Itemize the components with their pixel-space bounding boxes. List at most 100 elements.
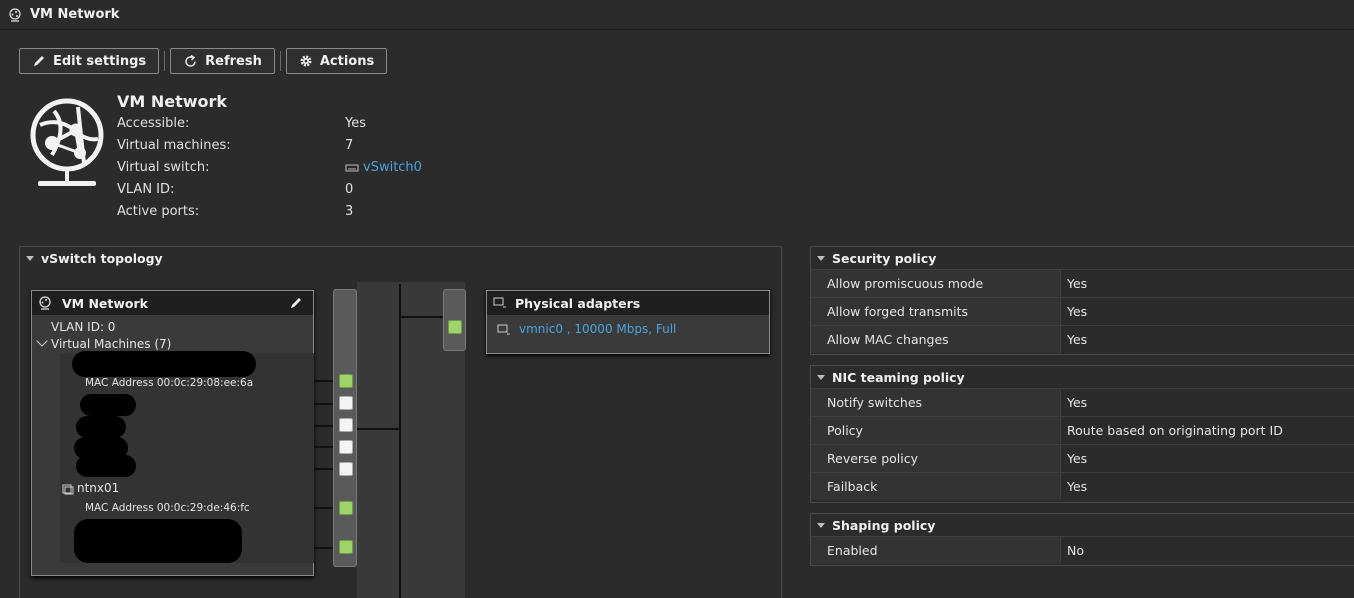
policy-value: Yes [1067,451,1088,466]
nic-icon [493,297,506,308]
policy-row: Policy Route based on originating port ID [811,416,1354,444]
policy-label: Policy [811,417,1061,444]
nic-teaming-title: NIC teaming policy [832,369,965,385]
policy-value: No [1067,543,1084,558]
policy-row: Allow forged transmits Yes [811,297,1354,325]
topology-title: vSwitch topology [41,250,163,266]
active-ports-label: Active ports: [117,204,200,219]
policy-row: Notify switches Yes [811,388,1354,416]
topology-header[interactable]: vSwitch topology [20,247,781,269]
vms-label: Virtual Machines (7) [51,337,172,351]
collapse-caret-icon[interactable] [26,255,34,261]
window-title: VM Network [30,7,120,22]
physical-adapters-title: Physical adapters [515,295,641,311]
pencil-icon[interactable] [289,296,303,310]
vm-ntnx01[interactable]: ntnx01 [62,481,119,495]
policy-row: Allow MAC changes Yes [811,325,1354,353]
shaping-policy-panel: Shaping policy Enabled No [810,513,1354,566]
nic-icon [497,324,510,334]
port-up-icon[interactable] [339,374,353,388]
vswitch-link-text[interactable]: vSwitch0 [363,160,422,175]
switch-bus-line [399,284,401,598]
network-icon [9,7,21,22]
connector-line [400,316,444,318]
port-up-icon[interactable] [339,540,353,554]
policy-value: Yes [1067,395,1088,410]
security-policy-header[interactable]: Security policy [811,247,1354,269]
redaction [76,455,136,477]
vlan-id-value: 0 [345,182,354,197]
summary-title: VM Network [117,92,228,111]
policy-value: Route based on originating port ID [1067,423,1283,438]
collapse-caret-icon[interactable] [817,374,825,380]
shaping-policy-header[interactable]: Shaping policy [811,514,1354,536]
portgroup-name: VM Network [62,295,148,311]
toolbar: Edit settings Refresh Actions [19,48,388,74]
redaction [74,519,242,563]
collapse-caret-icon[interactable] [817,255,825,261]
refresh-label: Refresh [205,53,262,69]
policy-label: Notify switches [811,389,1061,416]
policy-row: Reverse policy Yes [811,444,1354,472]
policy-value: Yes [1067,276,1088,291]
active-ports-value: 3 [345,204,354,219]
edit-settings-label: Edit settings [53,53,147,69]
policy-value: Yes [1067,304,1088,319]
policy-label: Allow forged transmits [811,298,1061,325]
toolbar-separator [164,51,166,71]
toolbar-separator [279,51,281,71]
redaction [76,416,126,438]
network-globe-icon [30,98,104,186]
nic-teaming-panel: NIC teaming policy Notify switches Yes Po… [810,365,1354,503]
physical-adapters-box: Physical adapters vmnic0 , 10000 Mbps, F… [486,290,770,354]
virtual-switch-link[interactable]: vSwitch0 [345,160,422,175]
uplink-port-icon[interactable] [448,320,462,334]
vm-ntnx01-mac: MAC Address 00:0c:29:de:46:fc [85,502,250,514]
title-bar: VM Network [0,0,1354,30]
portgroup-box: VM Network VLAN ID: 0 Virtual Machines (… [31,290,314,576]
port-down-icon[interactable] [339,418,353,432]
virtual-machines-label: Virtual machines: [117,138,231,153]
refresh-icon [185,54,196,67]
edit-settings-button[interactable]: Edit settings [19,48,160,74]
network-icon [39,296,51,310]
port-down-icon[interactable] [339,440,353,454]
policy-row: Allow promiscuous mode Yes [811,269,1354,297]
actions-label: Actions [319,53,375,69]
pencil-icon [34,56,44,66]
switch-icon [345,164,359,171]
accessible-label: Accessible: [117,116,190,131]
actions-button[interactable]: Actions [285,48,388,74]
policy-value: Yes [1067,332,1088,347]
accessible-value: Yes [345,116,366,131]
vlan-id-label: VLAN ID: [117,182,175,197]
adapter-vmnic0[interactable]: vmnic0 , 10000 Mbps, Full [497,322,676,336]
policy-label: Enabled [811,537,1061,564]
policy-label: Allow MAC changes [811,326,1061,353]
policy-row: Failback Yes [811,472,1354,500]
vms-tree-toggle[interactable]: Virtual Machines (7) [36,335,172,351]
collapse-caret-icon[interactable] [817,522,825,528]
policy-label: Failback [811,473,1061,500]
redaction [72,351,256,377]
port-down-icon[interactable] [339,462,353,476]
portgroup-header: VM Network [32,291,313,315]
vm-icon [62,484,74,494]
refresh-button[interactable]: Refresh [170,48,275,74]
policy-label: Reverse policy [811,445,1061,472]
virtual-switch-label: Virtual switch: [117,160,210,175]
shaping-policy-title: Shaping policy [832,517,936,533]
policy-row: Enabled No [811,536,1354,564]
adapter-vmnic0-text[interactable]: vmnic0 , 10000 Mbps, Full [519,322,676,336]
port-up-icon[interactable] [339,501,353,515]
nic-teaming-header[interactable]: NIC teaming policy [811,366,1354,388]
vm-ntnx01-name: ntnx01 [77,481,120,495]
virtual-machines-value: 7 [345,138,354,153]
gear-icon [300,55,312,67]
physical-adapters-header: Physical adapters [487,291,769,315]
policy-value: Yes [1067,479,1088,494]
portgroup-vlan: VLAN ID: 0 [51,320,116,334]
vm1-mac: MAC Address 00:0c:29:08:ee:6a [85,377,254,389]
policy-label: Allow promiscuous mode [811,270,1061,297]
port-down-icon[interactable] [339,396,353,410]
